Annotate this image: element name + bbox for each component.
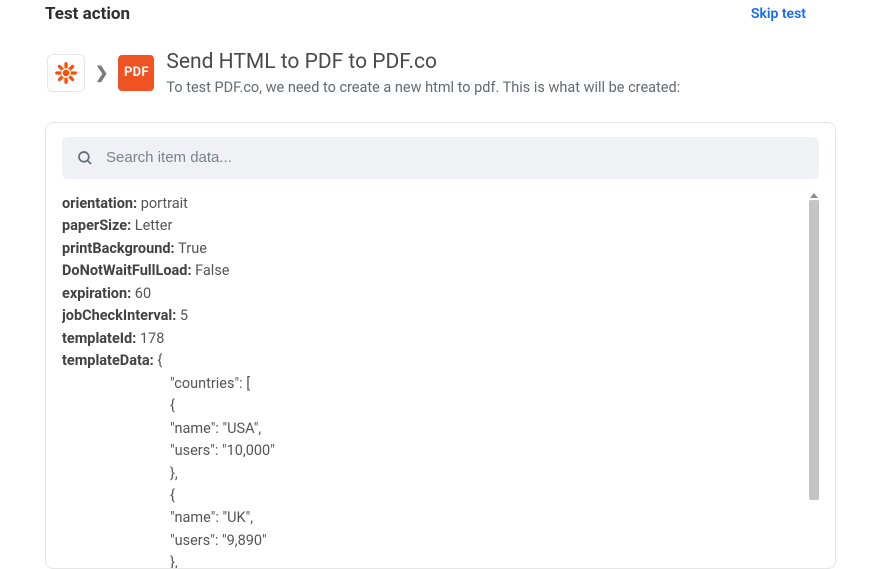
chevron-right-icon: ❯	[95, 63, 108, 82]
data-field-value: 60	[135, 285, 151, 302]
template-data-line: "name": "UK",	[62, 507, 803, 529]
data-panel: orientation: portraitpaperSize: Letterpr…	[45, 122, 836, 569]
template-data-line: {	[62, 395, 803, 417]
template-data-line: "users": "10,000"	[62, 440, 803, 462]
scrollbar-thumb[interactable]	[809, 200, 819, 500]
search-icon	[76, 149, 94, 167]
data-field-row: jobCheckInterval: 5	[62, 305, 803, 327]
skip-test-link[interactable]: Skip test	[751, 6, 806, 22]
template-data-line: },	[62, 552, 803, 568]
data-field-row: DoNotWaitFullLoad: False	[62, 260, 803, 282]
data-field-row: templateId: 178	[62, 328, 803, 350]
data-field-value: {	[157, 352, 162, 369]
data-field-value: portrait	[141, 195, 188, 212]
search-input[interactable]	[104, 148, 805, 167]
data-field-row: expiration: 60	[62, 283, 803, 305]
template-data-line: {	[62, 485, 803, 507]
zapier-starburst-icon	[53, 60, 79, 86]
action-subtitle: To test PDF.co, we need to create a new …	[166, 78, 680, 98]
data-field-row: orientation: portrait	[62, 193, 803, 215]
action-title: Send HTML to PDF to PDF.co	[166, 48, 680, 76]
data-field-value: 5	[180, 307, 188, 324]
breadcrumb: ❯ PDF Send HTML to PDF to PDF.co To test…	[47, 48, 836, 98]
pdfco-icon-label: PDF	[124, 65, 149, 80]
data-field-value: Letter	[135, 217, 173, 234]
data-field-key: templateId:	[62, 330, 140, 347]
item-data-list: orientation: portraitpaperSize: Letterpr…	[62, 193, 809, 568]
data-field-key: orientation:	[62, 195, 141, 212]
template-data-line: "users": "9,890"	[62, 530, 803, 552]
template-data-line: },	[62, 463, 803, 485]
data-field-key: expiration:	[62, 285, 135, 302]
data-field-key: paperSize:	[62, 217, 135, 234]
pdfco-icon: PDF	[118, 55, 154, 91]
data-field-value: True	[178, 240, 207, 257]
data-field-key: jobCheckInterval:	[62, 307, 180, 324]
data-field-value: False	[195, 262, 229, 279]
data-field-key: templateData:	[62, 352, 157, 369]
template-data-line: "countries": [	[62, 373, 803, 395]
template-data-line: "name": "USA",	[62, 418, 803, 440]
data-field-row: paperSize: Letter	[62, 215, 803, 237]
data-field-value: 178	[140, 330, 164, 347]
scrollbar[interactable]	[809, 193, 819, 568]
data-field-key: DoNotWaitFullLoad:	[62, 262, 195, 279]
page-title: Test action	[45, 4, 130, 24]
data-field-row: templateData: {	[62, 350, 803, 372]
data-field-key: printBackground:	[62, 240, 178, 257]
zapier-icon	[47, 54, 85, 92]
app-icons-group: ❯ PDF	[47, 54, 154, 92]
search-bar[interactable]	[62, 137, 819, 179]
scroll-up-arrow-icon[interactable]	[810, 193, 818, 198]
data-field-row: printBackground: True	[62, 238, 803, 260]
